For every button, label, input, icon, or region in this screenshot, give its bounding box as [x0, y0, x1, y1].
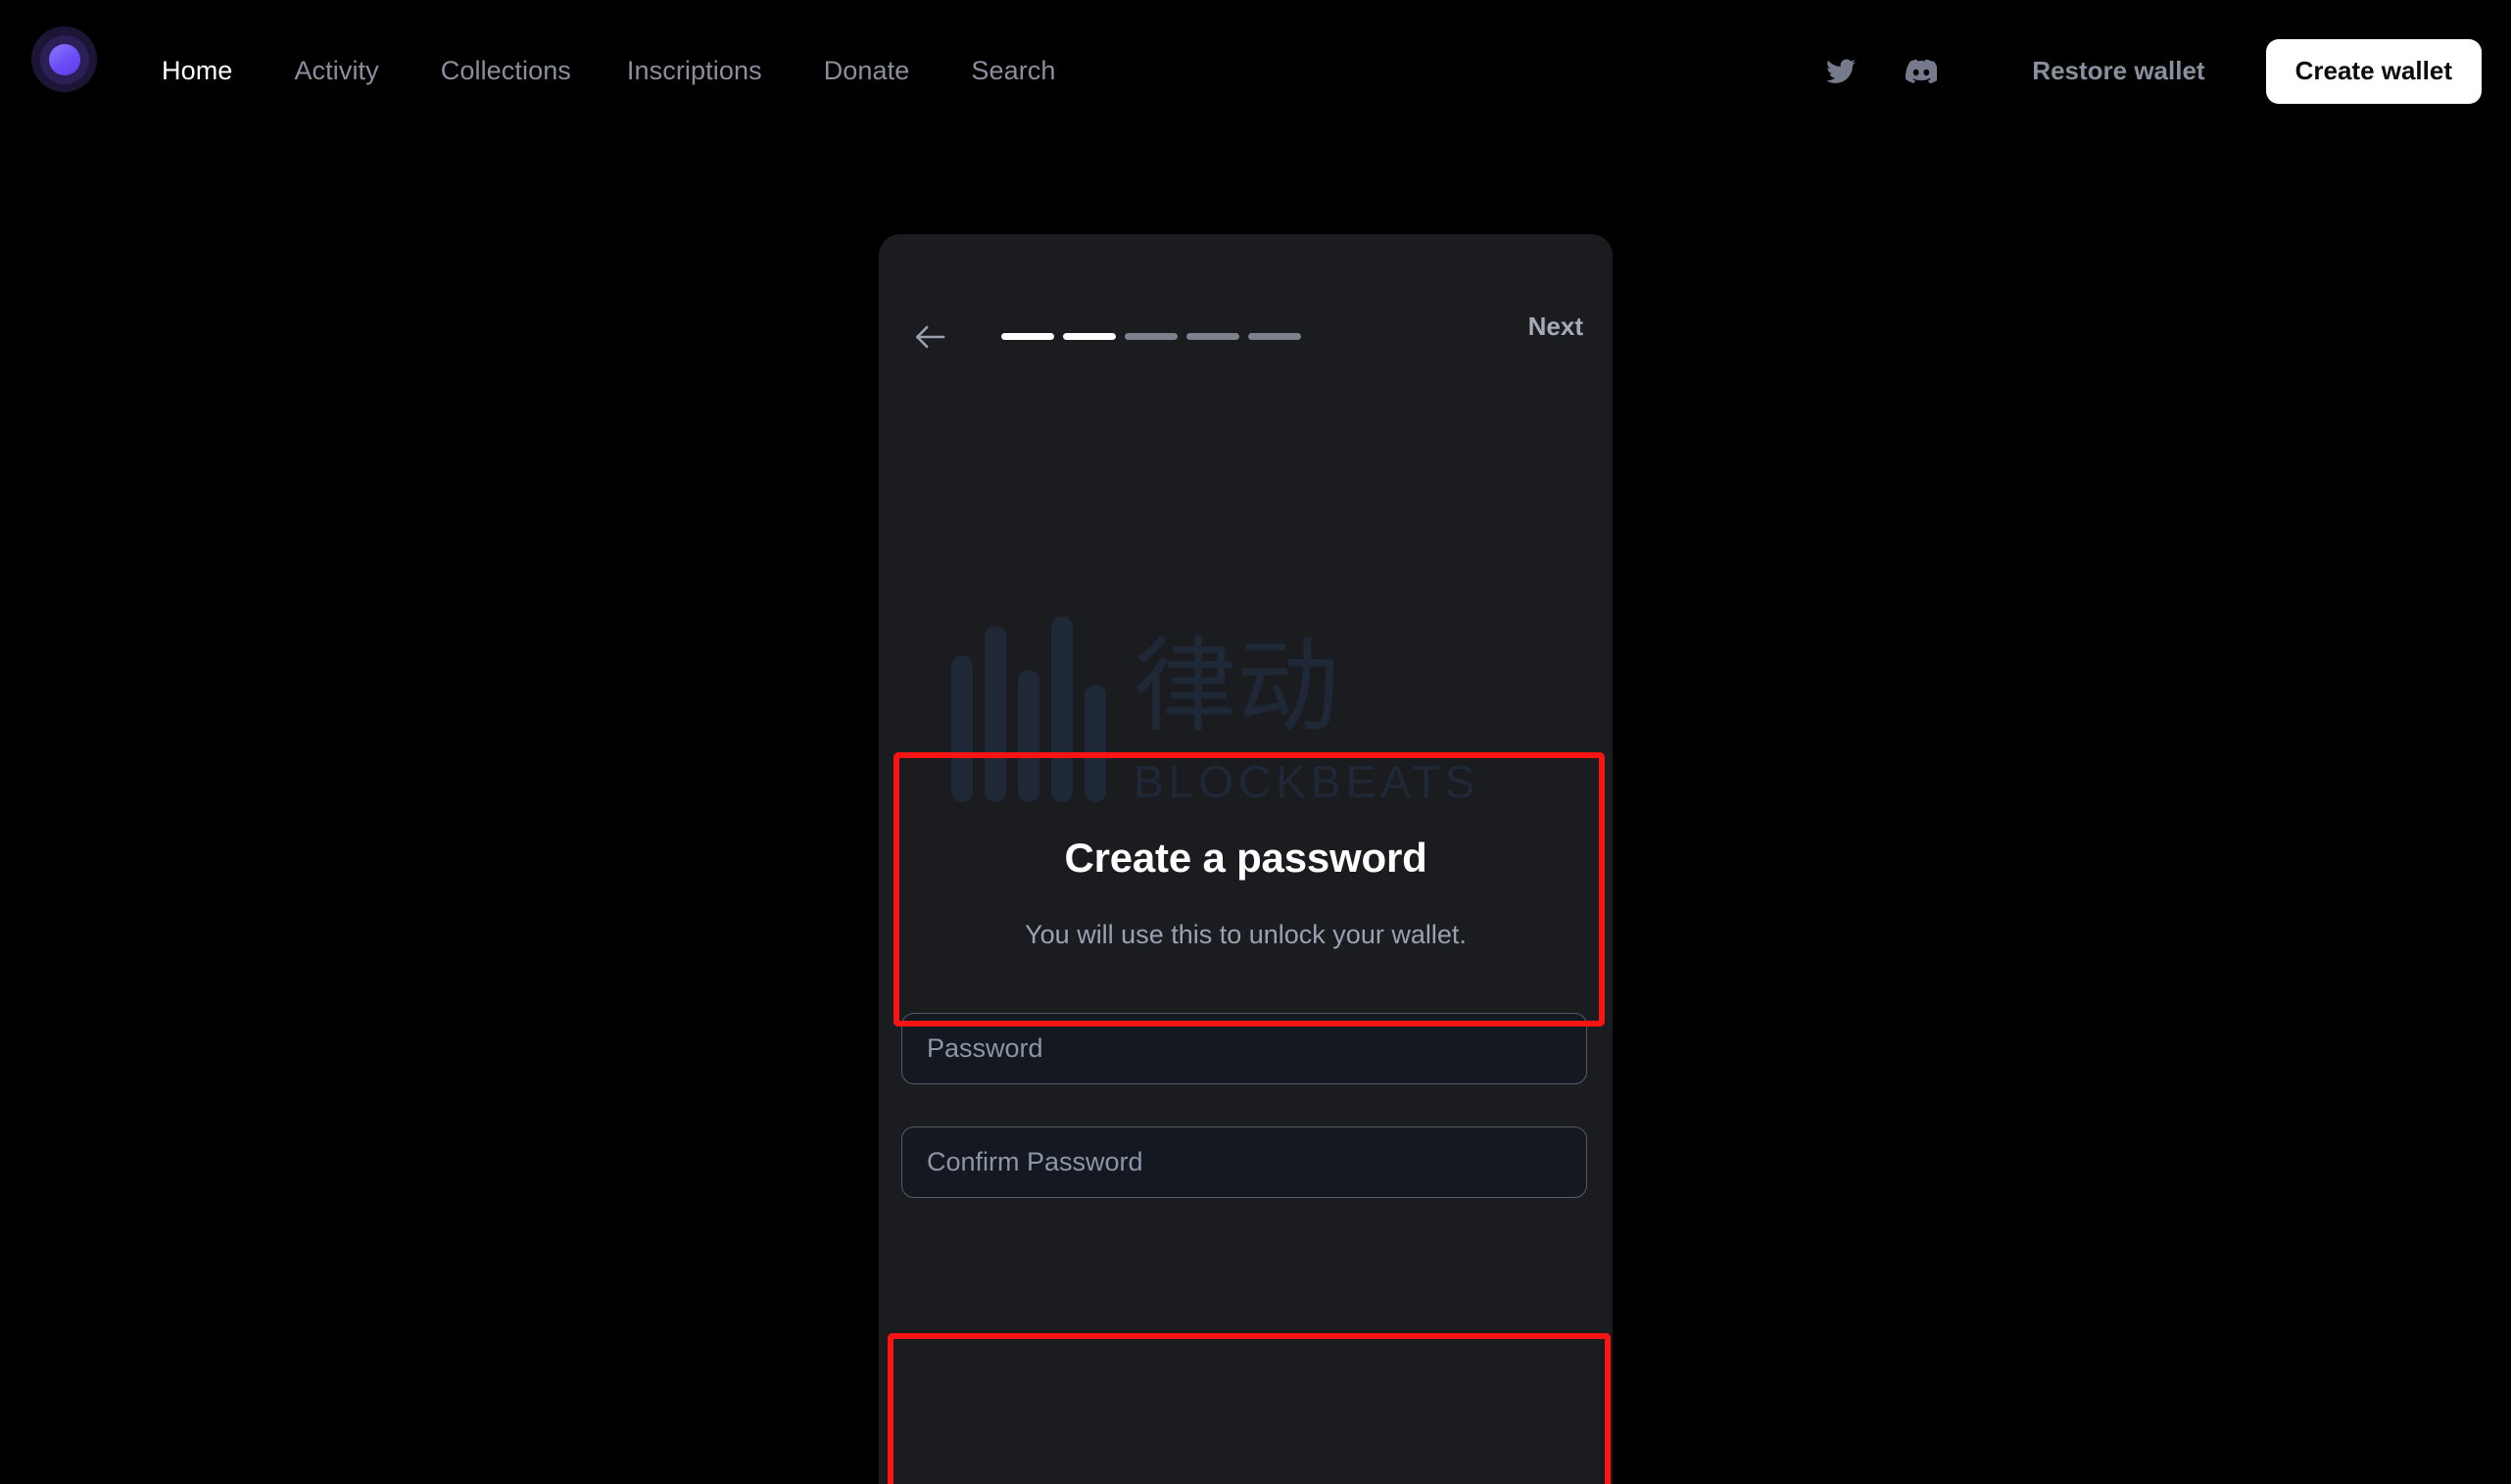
logo-core: [48, 43, 80, 75]
discord-icon[interactable]: [1899, 49, 1944, 94]
nav-item-activity[interactable]: Activity: [294, 56, 378, 86]
arrow-left-icon[interactable]: [908, 315, 951, 359]
page-title: Create a password: [1064, 835, 1427, 881]
twitter-icon[interactable]: [1818, 49, 1863, 94]
nav-links: Home Activity Collections Inscriptions D…: [162, 0, 1118, 142]
create-wallet-button[interactable]: Create wallet: [2265, 38, 2482, 104]
nav-item-home[interactable]: Home: [162, 56, 232, 86]
watermark-text: BLOCKBEATS: [1134, 756, 1479, 807]
progress-segment-4: [1186, 333, 1239, 340]
nav-item-inscriptions[interactable]: Inscriptions: [627, 56, 762, 86]
next-button[interactable]: Next: [1528, 311, 1583, 342]
modal-header: Next: [879, 308, 1613, 366]
svg-text:律动: 律动: [1134, 630, 1339, 744]
password-input[interactable]: [901, 1013, 1587, 1084]
nav-item-collections[interactable]: Collections: [441, 56, 571, 86]
progress-segment-2: [1063, 333, 1116, 340]
progress-segment-5: [1248, 333, 1301, 340]
top-bar-actions: Restore wallet Create wallet: [1818, 0, 2482, 142]
orb-logo-icon[interactable]: [31, 26, 97, 92]
top-navigation-bar: Home Activity Collections Inscriptions D…: [0, 0, 2511, 142]
restore-wallet-link[interactable]: Restore wallet: [2032, 56, 2204, 86]
progress-segment-3: [1125, 333, 1178, 340]
confirm-password-input[interactable]: [901, 1126, 1587, 1198]
seed-phrase-hint: Your new seed phrase will show on the sc…: [923, 1478, 1569, 1484]
create-wallet-modal: 律动 BLOCKBEATS Next Create a password You…: [879, 234, 1613, 1484]
blockbeats-watermark: 律动 BLOCKBEATS: [951, 616, 1479, 807]
progress-segment-1: [1001, 333, 1054, 340]
step-progress-indicator: [1001, 333, 1301, 340]
nav-item-search[interactable]: Search: [971, 56, 1055, 86]
page-subtitle: You will use this to unlock your wallet.: [1025, 920, 1467, 949]
nav-item-donate[interactable]: Donate: [824, 56, 910, 86]
